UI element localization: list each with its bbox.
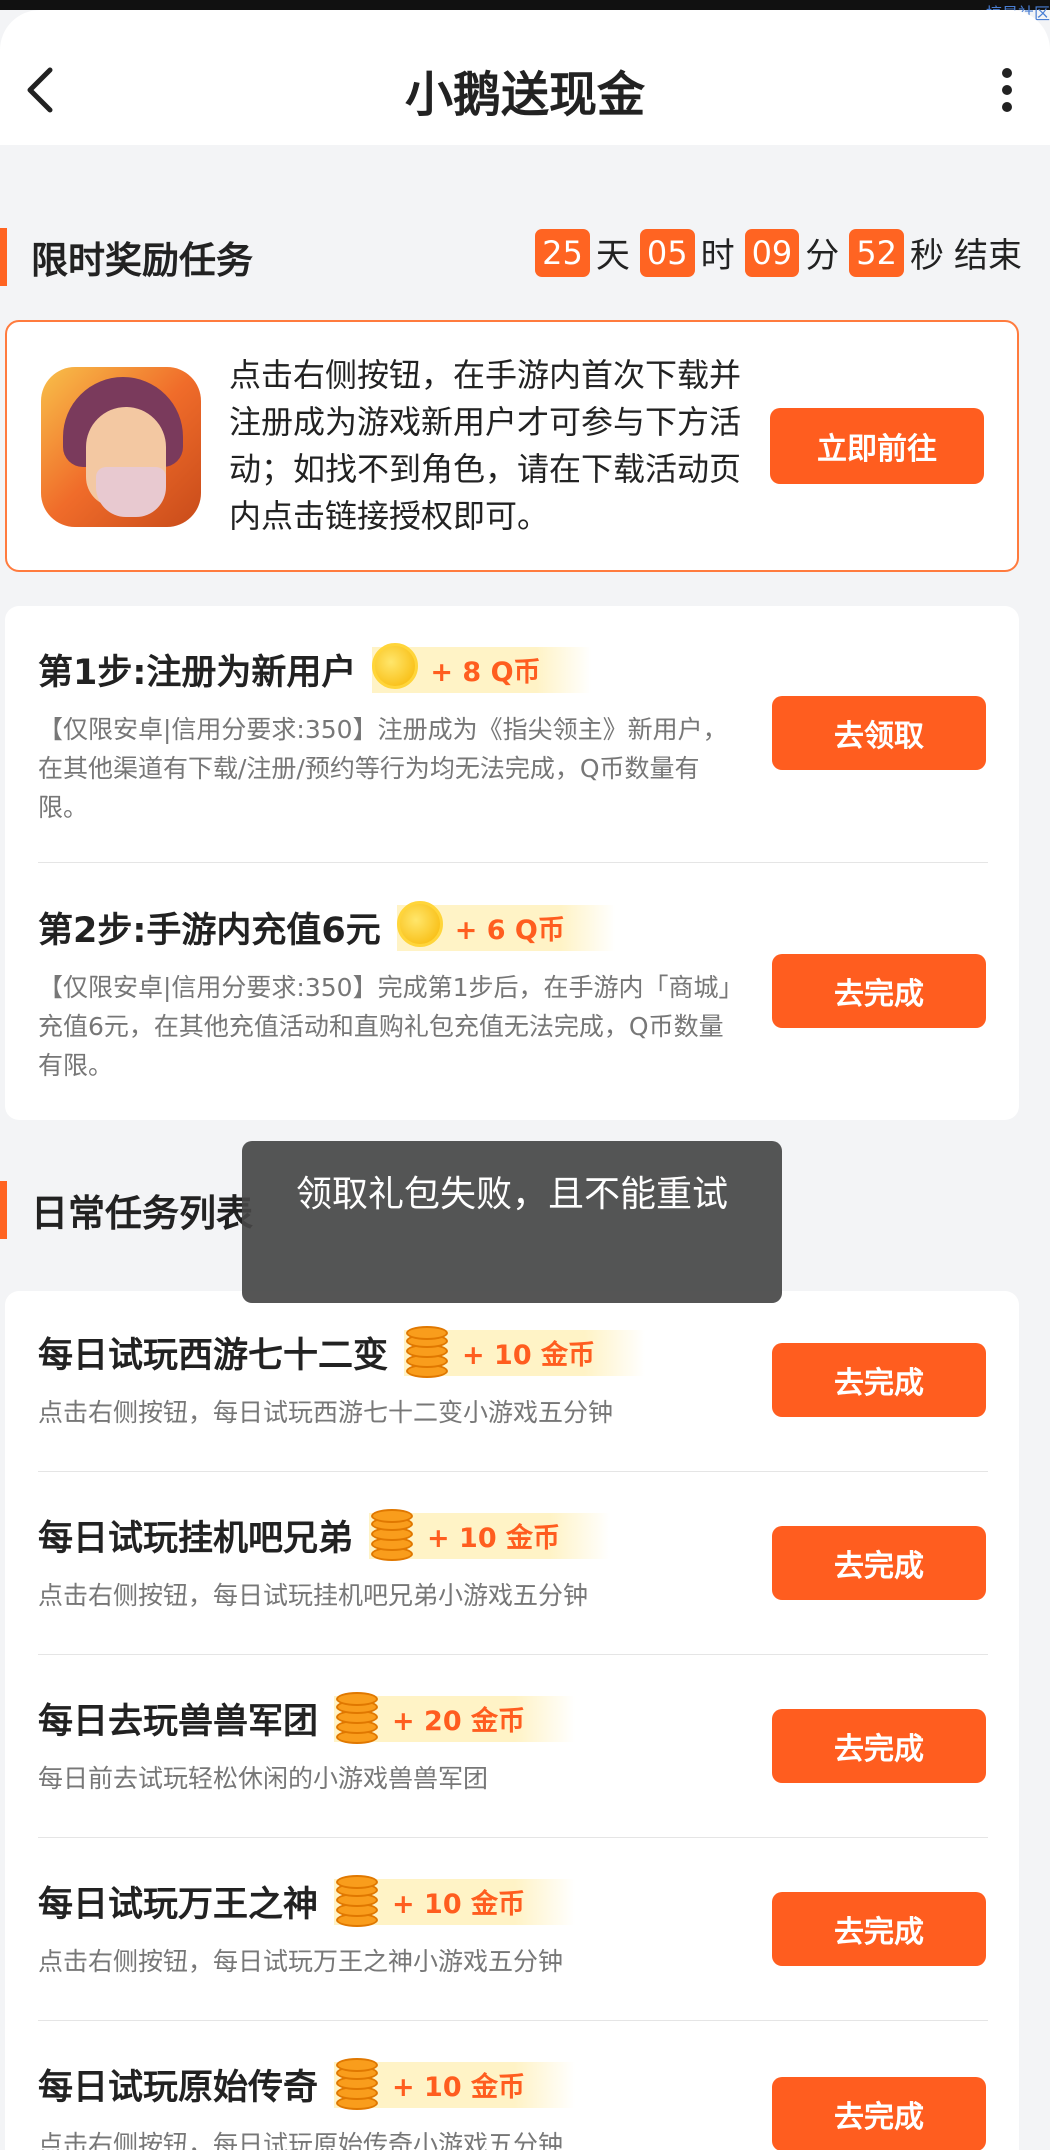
- task-title-row: 第2步:手游内充值6元 + 6 Q币: [38, 900, 615, 953]
- reward-badge: + 8 Q币: [372, 642, 591, 693]
- more-button[interactable]: [982, 50, 1032, 130]
- divider: [38, 862, 988, 863]
- task-title: 每日试玩万王之神: [38, 1885, 319, 1925]
- section-title: 日常任务列表: [31, 1192, 253, 1235]
- divider: [38, 2020, 988, 2021]
- countdown-hours: 05: [639, 228, 695, 277]
- steps-card: 第1步:注册为新用户 + 8 Q币 【仅限安卓|信用分要求:350】注册成为《指…: [5, 606, 1019, 1120]
- q-coin-icon: [396, 900, 443, 953]
- gold-coin-icon: [369, 1508, 415, 1561]
- gold-coin-icon: [404, 1325, 450, 1378]
- complete-button[interactable]: 去完成: [772, 1892, 986, 1966]
- complete-button[interactable]: 去完成: [772, 954, 986, 1028]
- divider: [38, 1471, 988, 1472]
- daily-task-card: 每日试玩西游七十二变 + 10 金币 点击右侧按钮，每日试玩西游七十二变小游戏五…: [5, 1291, 1019, 2150]
- task-title-row: 每日试玩原始传奇 + 10 金币: [38, 2057, 576, 2110]
- complete-button[interactable]: 去完成: [772, 1343, 986, 1417]
- page-title: 小鹅送现金: [404, 67, 645, 123]
- task-title: 每日试玩原始传奇: [38, 2068, 319, 2108]
- task-description: 【仅限安卓|信用分要求:350】完成第1步后，在手游内「商城」充值6元，在其他充…: [38, 973, 731, 1080]
- game-app-icon: [41, 367, 201, 527]
- reward-badge: + 6 Q币: [396, 900, 615, 951]
- countdown-suffix: 结束: [954, 236, 1022, 276]
- task-title: 每日试玩西游七十二变: [38, 1336, 389, 1376]
- task-title: 每日去玩兽兽军团: [38, 1702, 319, 1742]
- daily-section-header: 日常任务列表: [0, 1180, 253, 1240]
- divider: [38, 1837, 988, 1838]
- more-vertical-icon: [1002, 68, 1012, 112]
- reward-badge: + 10 金币: [369, 1508, 611, 1561]
- countdown-hours-unit: 时: [700, 236, 735, 276]
- go-now-button[interactable]: 立即前往: [770, 408, 984, 484]
- q-coin-icon: [372, 642, 419, 695]
- task-description: 点击右侧按钮，每日试玩原始传奇小游戏五分钟: [38, 2130, 564, 2150]
- complete-button[interactable]: 去完成: [772, 1526, 986, 1600]
- divider: [38, 1654, 988, 1655]
- task-description: 每日前去试玩轻松休闲的小游戏兽兽军团: [38, 1764, 489, 1793]
- limited-section-header: 限时奖励任务: [0, 227, 253, 287]
- complete-button[interactable]: 去完成: [772, 1709, 986, 1783]
- reward-badge: + 10 金币: [334, 1874, 576, 1927]
- countdown-seconds: 52: [849, 228, 904, 277]
- complete-button[interactable]: 去完成: [772, 2077, 986, 2150]
- reward-badge: + 10 金币: [334, 2057, 576, 2110]
- countdown: 25 天 05 时 09 分 52 秒 结束: [535, 228, 1022, 277]
- task-title-row: 每日去玩兽兽军团 + 20 金币: [38, 1691, 576, 1744]
- section-accent-bar: [0, 228, 7, 286]
- status-bar: [0, 0, 1050, 10]
- game-description: 点击右侧按钮，在手游内首次下载并注册成为游戏新用户才可参与下方活动；如找不到角色…: [229, 356, 742, 535]
- task-description: 点击右侧按钮，每日试玩挂机吧兄弟小游戏五分钟: [38, 1581, 589, 1610]
- task-title: 第1步:注册为新用户: [38, 653, 357, 693]
- reward-badge: + 10 金币: [404, 1325, 646, 1378]
- game-download-card: 点击右侧按钮，在手游内首次下载并注册成为游戏新用户才可参与下方活动；如找不到角色…: [5, 320, 1019, 572]
- countdown-days-unit: 天: [595, 236, 630, 276]
- task-title-row: 每日试玩西游七十二变 + 10 金币: [38, 1325, 646, 1378]
- gold-coin-icon: [334, 1691, 380, 1744]
- task-description: 【仅限安卓|信用分要求:350】注册成为《指尖领主》新用户，在其他渠道有下载/注…: [38, 715, 728, 822]
- section-title: 限时奖励任务: [31, 239, 253, 282]
- reward-badge: + 20 金币: [334, 1691, 576, 1744]
- countdown-days: 25: [535, 228, 590, 277]
- claim-button[interactable]: 去领取: [772, 696, 986, 770]
- task-title-row: 第1步:注册为新用户 + 8 Q币: [38, 642, 591, 695]
- section-accent-bar: [0, 1181, 7, 1239]
- task-title: 第2步:手游内充值6元: [38, 911, 381, 951]
- gold-coin-icon: [334, 2057, 380, 2110]
- task-title-row: 每日试玩万王之神 + 10 金币: [38, 1874, 576, 1927]
- task-description: 点击右侧按钮，每日试玩西游七十二变小游戏五分钟: [38, 1398, 614, 1427]
- gold-coin-icon: [334, 1874, 380, 1927]
- task-description: 点击右侧按钮，每日试玩万王之神小游戏五分钟: [38, 1947, 564, 1976]
- toast-message: 领取礼包失败，且不能重试: [242, 1141, 782, 1303]
- countdown-minutes-unit: 分: [805, 236, 840, 276]
- countdown-seconds-unit: 秒: [910, 236, 944, 276]
- task-title: 每日试玩挂机吧兄弟: [38, 1519, 354, 1559]
- task-title-row: 每日试玩挂机吧兄弟 + 10 金币: [38, 1508, 611, 1561]
- countdown-minutes: 09: [744, 228, 800, 277]
- app-header: 小鹅送现金: [0, 10, 1050, 145]
